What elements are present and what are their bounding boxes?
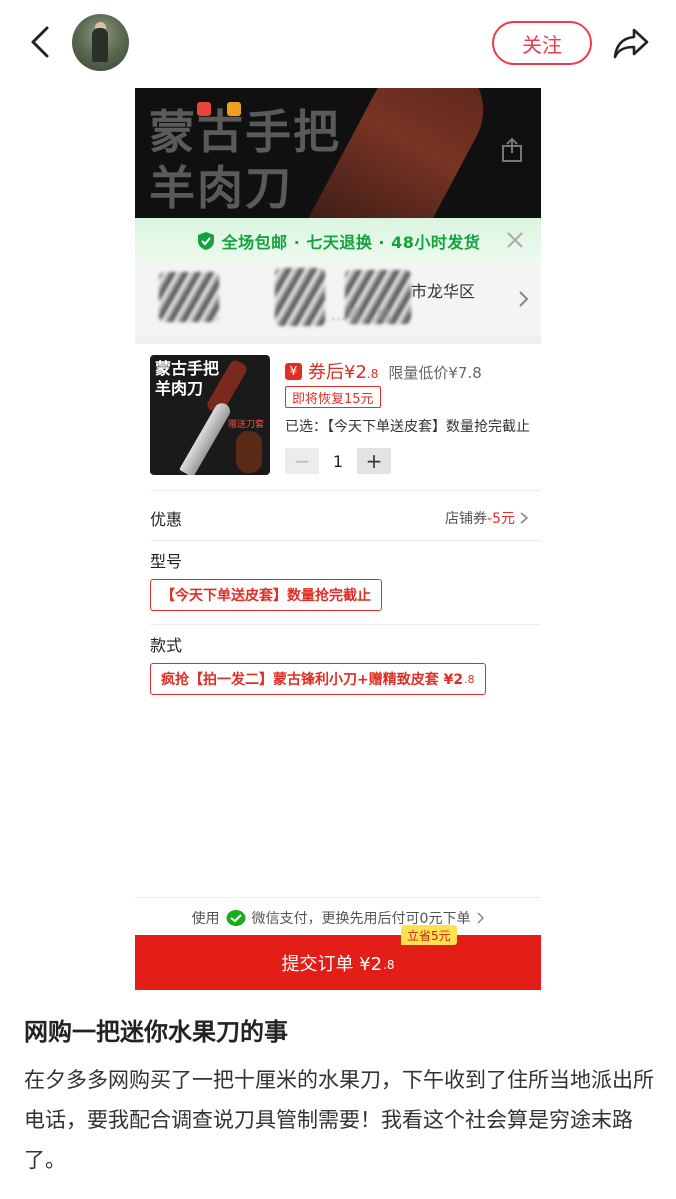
follow-button[interactable]: 关注 [492,21,592,65]
style-label: 款式 [150,636,183,655]
style-option-text: 疯抢【拍一发二】蒙古锋利小刀+赠精致皮套 ¥2 [161,672,464,688]
thumbnail-title-line2: 羊肉刀 [155,379,204,398]
price-row: ¥ 券后¥2 .8 限量低价¥7.8 [285,358,482,384]
address-row[interactable]: 市龙华区 …号…站 [135,264,541,336]
price-decimal: .8 [366,367,379,381]
payment-note[interactable]: 使用 微信支付，更换先用后付可0元下单 [135,903,541,933]
order-screenshot: 蒙古手把 羊肉刀 全场包邮 · 七天退换 · 48小时发货 市龙华区 …号…站 [135,88,541,990]
post-body: 在夕多多网购买了一把十厘米的水果刀，下午收到了住所当地派出所电话，要我配合调查说… [24,1068,654,1172]
back-arrow-icon [31,26,49,58]
style-option-decimal: .8 [464,672,475,686]
divider [150,624,541,625]
shield-check-icon [197,232,214,250]
chevron-right-icon [477,912,485,924]
coupon-icon: ¥ [285,362,302,380]
selected-variant-text: 已选：【今天下单送皮套】数量抢完截止 [285,419,530,435]
limited-low-price: 限量低价¥7.8 [388,364,482,382]
top-nav: 关注 [0,0,676,86]
back-button[interactable] [22,22,58,62]
quantity-value[interactable]: 1 [319,452,357,471]
share-button[interactable] [610,22,652,64]
share-icon [613,28,649,59]
avatar[interactable] [72,14,129,71]
store-coupon[interactable]: 店铺券 -5元 [445,508,529,528]
store-coupon-value: -5元 [487,511,515,527]
submit-label: 提交订单 ¥2 [281,953,383,975]
banner-title-line2: 羊肉刀 [149,161,293,215]
save-amount-badge: 立省5元 [401,925,457,945]
thumbnail-sheath [236,431,262,473]
post-title: 网购一把迷你水果刀的事 [24,1018,288,1046]
close-icon[interactable] [505,230,525,250]
submit-decimal: .8 [383,957,395,972]
product-banner: 蒙古手把 羊肉刀 [135,88,541,218]
guarantee-bar: 全场包邮 · 七天退换 · 48小时发货 [135,218,541,264]
chevron-right-icon [520,512,529,524]
pay-note-prefix: 使用 [191,911,220,927]
divider [150,490,541,491]
chevron-right-icon [519,291,529,307]
wechat-pay-icon [226,910,246,926]
style-option-button[interactable]: 疯抢【拍一发二】蒙古锋利小刀+赠精致皮套 ¥2.8 [150,663,486,695]
model-option-button[interactable]: 【今天下单送皮套】数量抢完截止 [150,579,382,611]
redaction-scribble [275,268,325,326]
divider [135,897,541,898]
quantity-stepper: − 1 + [285,448,391,474]
thumbnail-title-line1: 蒙古手把 [155,359,220,378]
section-divider [135,336,541,344]
guarantee-text: 全场包邮 · 七天退换 · 48小时发货 [221,233,481,252]
banner-title-line1: 蒙古手把 [149,105,341,159]
quantity-minus-button[interactable]: − [285,448,319,474]
address-line2: …号…站 [331,306,392,324]
price-after-coupon: 券后¥2 [308,362,367,383]
upload-icon[interactable] [501,138,523,162]
product-thumbnail[interactable]: 蒙古手把 羊肉刀 赠送刀套 [150,355,270,475]
model-label: 型号 [150,552,183,571]
discount-label: 优惠 [150,510,183,529]
banner-title: 蒙古手把 羊肉刀 [149,104,341,216]
thumbnail-knife-blade [179,400,233,475]
store-coupon-label: 店铺券 [445,511,488,527]
avatar-figure [92,28,108,62]
thumbnail-title: 蒙古手把 羊肉刀 [155,359,219,399]
thumbnail-gift-label: 赠送刀套 [228,420,265,430]
redaction-scribble [159,272,219,322]
divider [150,540,541,541]
quantity-plus-button[interactable]: + [357,448,391,474]
price-restore-tag: 即将恢复15元 [285,386,381,408]
submit-order-button[interactable]: 提交订单 ¥2.8 [135,935,541,990]
address-line1: 市龙华区 [411,282,476,301]
